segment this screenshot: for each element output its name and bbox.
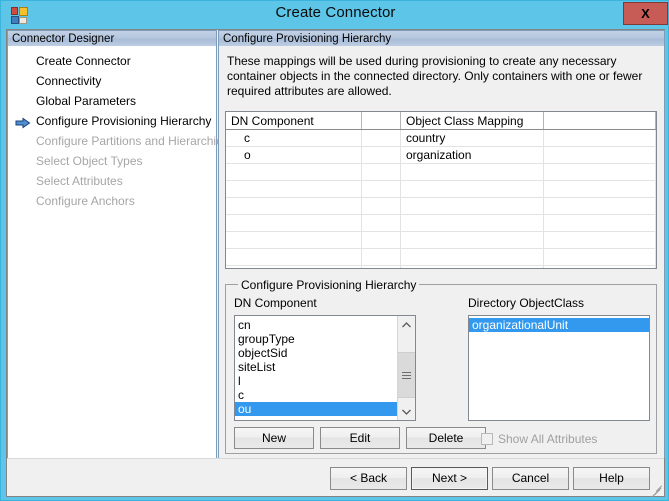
- main-panel-header: Configure Provisioning Hierarchy: [218, 30, 665, 47]
- directory-objectclass-listbox[interactable]: organizationalUnit: [468, 315, 650, 421]
- dialog-footer: < Back Next > Cancel Help: [6, 458, 665, 498]
- create-connector-dialog: Create Connector X Connector Designer Cr…: [0, 0, 669, 501]
- mappings-grid[interactable]: DN Component Object Class Mapping c coun…: [225, 111, 657, 269]
- table-row-empty[interactable]: [226, 248, 656, 266]
- list-item[interactable]: c: [235, 388, 397, 402]
- checkbox-label: Show All Attributes: [498, 432, 598, 446]
- table-row-empty[interactable]: [226, 197, 656, 215]
- list-item[interactable]: cn: [235, 318, 397, 332]
- table-row-empty[interactable]: [226, 180, 656, 198]
- column-header-filler[interactable]: [543, 112, 656, 130]
- delete-button[interactable]: Delete: [406, 427, 486, 449]
- list-item-selected[interactable]: ou: [235, 402, 397, 416]
- sidebar-item-configure-anchors[interactable]: Configure Anchors: [8, 191, 216, 211]
- sidebar-item-select-attributes[interactable]: Select Attributes: [8, 171, 216, 191]
- sidebar-item-label: Configure Partitions and Hierarchies: [36, 134, 229, 148]
- sidebar-item-create-connector[interactable]: Create Connector: [8, 51, 216, 71]
- directory-objectclass-list-label: Directory ObjectClass: [468, 296, 585, 310]
- sidebar-item-label: Create Connector: [36, 54, 131, 68]
- sidebar-item-label: Configure Anchors: [36, 194, 135, 208]
- scrollbar-thumb[interactable]: [398, 352, 415, 398]
- scroll-down-icon[interactable]: [398, 403, 415, 420]
- table-row-empty[interactable]: [226, 214, 656, 232]
- checkbox-box-icon[interactable]: [481, 433, 493, 445]
- dn-listbox-scrollbar[interactable]: [397, 316, 415, 420]
- sidebar-header: Connector Designer: [7, 30, 217, 47]
- list-item-selected[interactable]: organizationalUnit: [469, 318, 649, 332]
- sidebar-item-connectivity[interactable]: Connectivity: [8, 71, 216, 91]
- table-row-empty[interactable]: [226, 231, 656, 249]
- cell-spacer: [361, 146, 401, 164]
- cell-filler: [543, 129, 656, 147]
- mappings-table-body: c country o organization: [226, 129, 656, 268]
- list-item[interactable]: groupType: [235, 332, 397, 346]
- list-item[interactable]: l: [235, 374, 397, 388]
- cell-dn-component: c: [226, 129, 362, 147]
- sidebar-item-select-object-types[interactable]: Select Object Types: [8, 151, 216, 171]
- sidebar-item-configure-partitions-and-hierarchies[interactable]: Configure Partitions and Hierarchies: [8, 131, 229, 151]
- dialog-client-area: Connector Designer Create Connector Conn…: [6, 29, 665, 493]
- show-all-attributes-checkbox[interactable]: Show All Attributes: [481, 432, 597, 446]
- main-panel-body: These mappings will be used during provi…: [218, 46, 665, 460]
- window-title: Create Connector: [275, 4, 396, 21]
- title-bar[interactable]: Create Connector X: [1, 1, 668, 29]
- list-item[interactable]: objectSid: [235, 346, 397, 360]
- close-icon[interactable]: X: [623, 2, 668, 25]
- back-button[interactable]: < Back: [330, 467, 407, 490]
- cell-object-class-mapping: country: [400, 129, 544, 147]
- table-header-row: DN Component Object Class Mapping: [226, 112, 656, 130]
- table-row[interactable]: c country: [226, 129, 656, 147]
- column-header-spacer[interactable]: [361, 112, 401, 130]
- sidebar-item-label: Connectivity: [36, 74, 102, 88]
- current-step-arrow-icon: [15, 115, 31, 129]
- sidebar-item-global-parameters[interactable]: Global Parameters: [8, 91, 216, 111]
- configure-provisioning-hierarchy-groupbox: Configure Provisioning Hierarchy DN Comp…: [225, 278, 657, 454]
- cell-object-class-mapping: organization: [400, 146, 544, 164]
- sidebar-nav-list: Create Connector Connectivity Global Par…: [7, 46, 229, 460]
- edit-button[interactable]: Edit: [320, 427, 400, 449]
- help-button[interactable]: Help: [573, 467, 650, 490]
- sidebar-item-label: Global Parameters: [36, 94, 137, 108]
- table-row[interactable]: o organization: [226, 146, 656, 164]
- dn-component-list-label: DN Component: [234, 296, 317, 310]
- scroll-up-icon[interactable]: [398, 316, 415, 333]
- panel-description: These mappings will be used during provi…: [227, 54, 643, 98]
- groupbox-legend: Configure Provisioning Hierarchy: [238, 278, 420, 292]
- mappings-table: DN Component Object Class Mapping c coun…: [226, 112, 656, 268]
- cell-spacer: [361, 129, 401, 147]
- column-header-object-class-mapping[interactable]: Object Class Mapping: [400, 112, 544, 130]
- sidebar-item-configure-provisioning-hierarchy[interactable]: Configure Provisioning Hierarchy: [8, 111, 216, 131]
- list-item[interactable]: siteList: [235, 360, 397, 374]
- cell-filler: [543, 146, 656, 164]
- dn-component-listbox[interactable]: cn groupType objectSid siteList l c ou: [234, 315, 416, 421]
- next-button[interactable]: Next >: [411, 467, 488, 490]
- table-row-empty[interactable]: [226, 265, 656, 268]
- sidebar-item-label: Select Attributes: [36, 174, 123, 188]
- resize-grip[interactable]: [648, 481, 663, 498]
- footer-separator: [7, 458, 664, 459]
- cancel-button[interactable]: Cancel: [492, 467, 569, 490]
- sidebar-item-label: Select Object Types: [36, 154, 143, 168]
- column-header-dn-component[interactable]: DN Component: [226, 112, 362, 130]
- sidebar-item-label: Configure Provisioning Hierarchy: [36, 114, 212, 128]
- cell-dn-component: o: [226, 146, 362, 164]
- new-button[interactable]: New: [234, 427, 314, 449]
- table-row-empty[interactable]: [226, 163, 656, 181]
